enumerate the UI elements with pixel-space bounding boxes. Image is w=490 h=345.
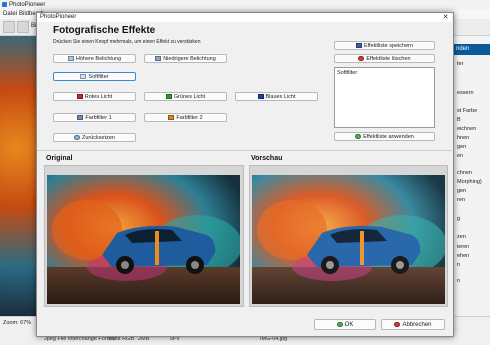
image-icon bbox=[67, 56, 74, 61]
panel-item[interactable]: ren bbox=[457, 197, 465, 203]
app-image-canvas bbox=[0, 36, 40, 316]
preview-image bbox=[252, 175, 445, 304]
list-item[interactable]: Softfilter bbox=[337, 70, 357, 76]
panel-item[interactable]: hnen bbox=[457, 135, 469, 141]
toolbar-button[interactable] bbox=[3, 21, 15, 33]
color-filter-1-button[interactable]: Farbfilter 1 bbox=[53, 113, 136, 122]
floppy-disk-icon bbox=[355, 43, 362, 48]
panel-item[interactable]: ieren bbox=[457, 244, 469, 250]
green-light-button[interactable]: Grünes Licht bbox=[144, 92, 227, 101]
toolbar-button[interactable] bbox=[17, 21, 29, 33]
status-color-depth: 16Bit RGB bbox=[108, 336, 134, 342]
panel-item[interactable]: zen bbox=[457, 234, 466, 240]
red-swatch-icon bbox=[76, 94, 83, 99]
status-filename: IMG-04.jpg bbox=[260, 336, 288, 342]
filter-icon bbox=[168, 115, 175, 120]
blue-light-button[interactable]: Blaues Licht bbox=[235, 92, 318, 101]
panel-item[interactable]: n bbox=[457, 278, 460, 284]
close-icon[interactable]: ✕ bbox=[440, 13, 451, 22]
app-logo-icon bbox=[2, 2, 7, 7]
lower-exposure-button[interactable]: Niedrigere Belichtung bbox=[144, 54, 227, 63]
status-format: Jpeg File Interchange Format bbox=[44, 336, 116, 342]
panel-item[interactable]: essern bbox=[457, 90, 474, 96]
dialog-title-bar: PhotoPioneer bbox=[37, 13, 452, 22]
blue-swatch-icon bbox=[257, 94, 264, 99]
save-effect-list-button[interactable]: Effektliste speichern bbox=[334, 41, 435, 50]
panel-item[interactable]: eichnen bbox=[457, 126, 476, 132]
panel-item[interactable]: n bbox=[457, 262, 460, 268]
reset-button[interactable]: Zurücksetzen bbox=[53, 133, 136, 142]
preview-label: Vorschau bbox=[251, 155, 283, 162]
panel-item[interactable]: B bbox=[457, 117, 461, 123]
effect-list-box[interactable]: Softfilter bbox=[334, 67, 435, 128]
image-icon bbox=[80, 74, 87, 79]
apply-effect-list-button[interactable]: Effektliste anwenden bbox=[334, 132, 435, 141]
delete-icon bbox=[358, 56, 365, 61]
status-size: 2MB bbox=[138, 336, 150, 342]
app-right-panel: ter essern st Farbe B eichnen hnen gen e… bbox=[452, 36, 490, 316]
divider bbox=[37, 150, 452, 151]
original-image bbox=[47, 175, 240, 304]
red-light-button[interactable]: Rotes Licht bbox=[53, 92, 136, 101]
apply-icon bbox=[355, 134, 362, 139]
panel-item[interactable]: g bbox=[457, 216, 460, 222]
panel-item[interactable]: en bbox=[457, 153, 463, 159]
check-icon bbox=[336, 322, 343, 327]
soft-filter-button[interactable]: Softfilter bbox=[53, 72, 136, 81]
original-label: Original bbox=[46, 155, 73, 162]
panel-item[interactable]: Morphing) bbox=[457, 179, 482, 185]
status-extra: 0Px bbox=[170, 336, 180, 342]
delete-effect-list-button[interactable]: Effektliste löschen bbox=[334, 54, 435, 63]
panel-header: nden bbox=[452, 44, 490, 55]
green-swatch-icon bbox=[165, 94, 172, 99]
menu-item-datei[interactable]: Datei bbox=[3, 11, 17, 18]
panel-item[interactable]: ehen bbox=[457, 253, 469, 259]
image-icon bbox=[155, 56, 162, 61]
cancel-button[interactable]: Abbrechen bbox=[381, 319, 445, 330]
app-title: PhotoPioneer bbox=[9, 2, 46, 8]
higher-exposure-button[interactable]: Höhere Belichtung bbox=[53, 54, 136, 63]
undo-icon bbox=[73, 135, 80, 140]
dialog-title: PhotoPioneer bbox=[40, 14, 77, 20]
color-filter-2-button[interactable]: Farbfilter 2 bbox=[144, 113, 227, 122]
panel-item[interactable]: gen bbox=[457, 144, 466, 150]
panel-item[interactable]: gen bbox=[457, 188, 466, 194]
dialog-instructions: Drücken Sie einen Knopf mehrmals, um ein… bbox=[53, 39, 201, 45]
panel-item[interactable]: st Farbe bbox=[457, 108, 477, 114]
dialog-heading: Fotografische Effekte bbox=[53, 25, 156, 36]
panel-item[interactable]: chnen bbox=[457, 170, 472, 176]
app-title-bar: PhotoPioneer bbox=[0, 0, 490, 10]
cancel-icon bbox=[394, 322, 401, 327]
filter-icon bbox=[77, 115, 84, 120]
panel-item[interactable]: ter bbox=[457, 61, 463, 67]
ok-button[interactable]: OK bbox=[314, 319, 376, 330]
